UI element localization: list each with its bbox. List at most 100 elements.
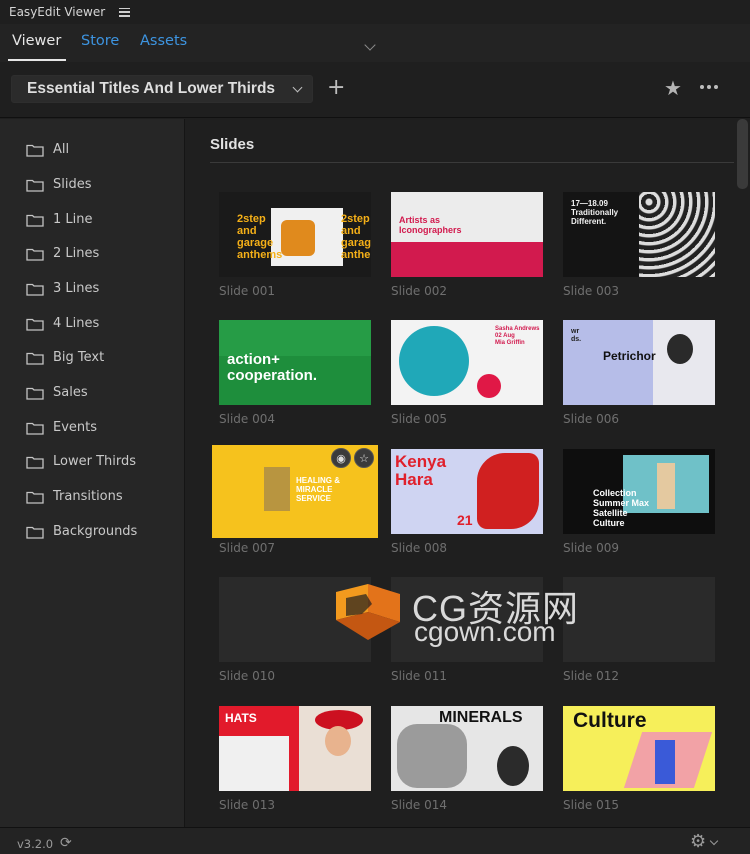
chevron-down-icon[interactable]: [709, 836, 719, 846]
sidebar-item-label: 1 Line: [53, 211, 93, 227]
sidebar-item-big-text[interactable]: Big Text: [26, 347, 104, 367]
footer: v3.2.0 ⟳ ⚙: [0, 827, 750, 854]
slide-card[interactable]: HEALING & MIRACLE SERVICE ◉ ☆ Slide 007: [212, 445, 378, 555]
sidebar-item-label: 3 Lines: [53, 280, 100, 296]
sidebar-item-sales[interactable]: Sales: [26, 382, 88, 402]
sidebar-item-1-line[interactable]: 1 Line: [26, 209, 93, 229]
slide-thumbnail[interactable]: 2stepandgarageanthems 2stepandgarageanth…: [219, 192, 371, 277]
card-text: anthems: [237, 249, 283, 261]
card-text: cooperation.: [227, 367, 318, 384]
more-options-icon[interactable]: [700, 85, 718, 89]
slide-thumbnail[interactable]: 17—18.09 Traditionally Different.: [563, 192, 715, 277]
card-text: Iconographers: [399, 225, 462, 235]
slide-thumbnail[interactable]: Collection Summer Max Satellite Culture: [563, 449, 715, 534]
slide-card[interactable]: HATS Slide 013: [219, 706, 371, 812]
slide-thumbnail[interactable]: MINERALS: [391, 706, 543, 791]
eye-icon[interactable]: ◉: [331, 448, 351, 468]
refresh-icon[interactable]: ⟳: [60, 836, 72, 850]
card-text: Mia Griffin: [495, 340, 525, 346]
hamburger-menu-icon[interactable]: [119, 7, 131, 17]
folder-icon: [26, 178, 44, 192]
folder-icon: [26, 351, 44, 365]
card-text: garage: [237, 237, 274, 249]
card-text: Summer Max: [593, 498, 650, 508]
card-text: and: [341, 225, 361, 237]
collection-dropdown[interactable]: Essential Titles And Lower Thirds: [11, 75, 313, 103]
star-icon[interactable]: ★: [664, 76, 682, 100]
slide-caption: Slide 002: [391, 284, 448, 298]
watermark-text-en: cgown.com: [414, 616, 556, 647]
tab-assets[interactable]: Assets: [140, 33, 187, 49]
slide-caption: Slide 008: [391, 541, 448, 555]
slide-thumbnail[interactable]: action+ cooperation.: [219, 320, 371, 405]
slide-card[interactable]: 17—18.09 Traditionally Different. Slide 003: [563, 192, 715, 298]
slide-card[interactable]: MINERALS Slide 014: [391, 706, 543, 812]
card-text: 2step: [237, 213, 266, 225]
slide-caption: Slide 007: [219, 541, 276, 555]
slide-caption: Slide 012: [563, 669, 620, 683]
card-text: Culture: [593, 518, 625, 528]
sidebar-item-events[interactable]: Events: [26, 417, 97, 437]
sidebar-item-3-lines[interactable]: 3 Lines: [26, 278, 99, 298]
sidebar-item-lower-thirds[interactable]: Lower Thirds: [26, 451, 136, 471]
watermark: CG资源网 cgown.com: [332, 582, 612, 647]
card-text: garage: [341, 237, 371, 249]
chevron-down-icon: [292, 82, 303, 93]
sidebar-item-label: Lower Thirds: [53, 453, 137, 469]
sidebar-item-label: 4 Lines: [53, 315, 100, 331]
section-divider: [210, 162, 734, 163]
app-window: EasyEdit Viewer Viewer Store Assets Esse…: [0, 0, 750, 854]
card-text: and: [237, 225, 257, 237]
slide-thumbnail[interactable]: Kenya Hara 21: [391, 449, 543, 534]
sidebar-item-2-lines[interactable]: 2 Lines: [26, 243, 99, 263]
chevron-down-icon[interactable]: [364, 39, 376, 51]
card-text: action+: [227, 351, 280, 368]
tab-store[interactable]: Store: [81, 33, 119, 49]
slide-card[interactable]: Sasha Andrews 02 Aug Mia Griffin Slide 005: [391, 320, 543, 426]
card-text: Kenya: [395, 452, 447, 471]
sidebar-item-backgrounds[interactable]: Backgrounds: [26, 521, 137, 541]
card-text: Sasha Andrews: [495, 326, 540, 332]
scrollbar[interactable]: [737, 119, 748, 189]
slide-caption: Slide 009: [563, 541, 620, 555]
slide-caption: Slide 014: [391, 798, 448, 812]
slide-card[interactable]: wr ds. Petrichor Slide 006: [563, 320, 715, 426]
slide-caption: Slide 006: [563, 412, 620, 426]
folder-icon: [26, 282, 44, 296]
sidebar-item-label: Events: [53, 419, 98, 435]
slide-card[interactable]: Kenya Hara 21 Slide 008: [391, 449, 543, 555]
sidebar-item-slides[interactable]: Slides: [26, 174, 92, 194]
gear-icon[interactable]: ⚙: [690, 833, 706, 851]
tab-viewer[interactable]: Viewer: [12, 33, 61, 49]
slide-card[interactable]: Culture Slide 015: [563, 706, 715, 812]
slide-caption: Slide 003: [563, 284, 620, 298]
sidebar: All Slides 1 Line 2 Lines 3 Lines 4 Lines Big …: [0, 119, 185, 827]
sidebar-item-transitions[interactable]: Transitions: [26, 486, 123, 506]
card-text: wr: [571, 328, 580, 335]
slide-card[interactable]: Artists as Iconographers Slide 002: [391, 192, 543, 298]
folder-icon: [26, 421, 44, 435]
sidebar-item-all[interactable]: All: [26, 139, 69, 159]
slide-caption: Slide 005: [391, 412, 448, 426]
sidebar-item-label: Transitions: [53, 488, 123, 504]
slide-card[interactable]: action+ cooperation. Slide 004: [219, 320, 371, 426]
slide-thumbnail[interactable]: Culture: [563, 706, 715, 791]
slide-thumbnail[interactable]: wr ds. Petrichor: [563, 320, 715, 405]
tab-bar: Viewer Store Assets: [0, 24, 750, 62]
sidebar-item-4-lines[interactable]: 4 Lines: [26, 313, 99, 333]
folder-icon: [26, 247, 44, 261]
slide-thumbnail[interactable]: HEALING & MIRACLE SERVICE ◉ ☆: [212, 445, 378, 538]
card-text: Culture: [573, 709, 647, 732]
folder-icon: [26, 490, 44, 504]
add-icon[interactable]: +: [327, 75, 345, 101]
window-title: EasyEdit Viewer: [9, 5, 106, 19]
slide-card[interactable]: 2stepandgarageanthems 2stepandgarageanth…: [219, 192, 371, 298]
slide-thumbnail[interactable]: Sasha Andrews 02 Aug Mia Griffin: [391, 320, 543, 405]
card-text: 21: [457, 512, 473, 528]
card-text: Collection: [593, 488, 637, 498]
star-icon[interactable]: ☆: [354, 448, 374, 468]
slide-card[interactable]: Collection Summer Max Satellite Culture Slid…: [563, 449, 715, 555]
slide-thumbnail[interactable]: Artists as Iconographers: [391, 192, 543, 277]
slide-thumbnail[interactable]: HATS: [219, 706, 371, 791]
collection-dropdown-label: Essential Titles And Lower Thirds: [27, 80, 276, 97]
